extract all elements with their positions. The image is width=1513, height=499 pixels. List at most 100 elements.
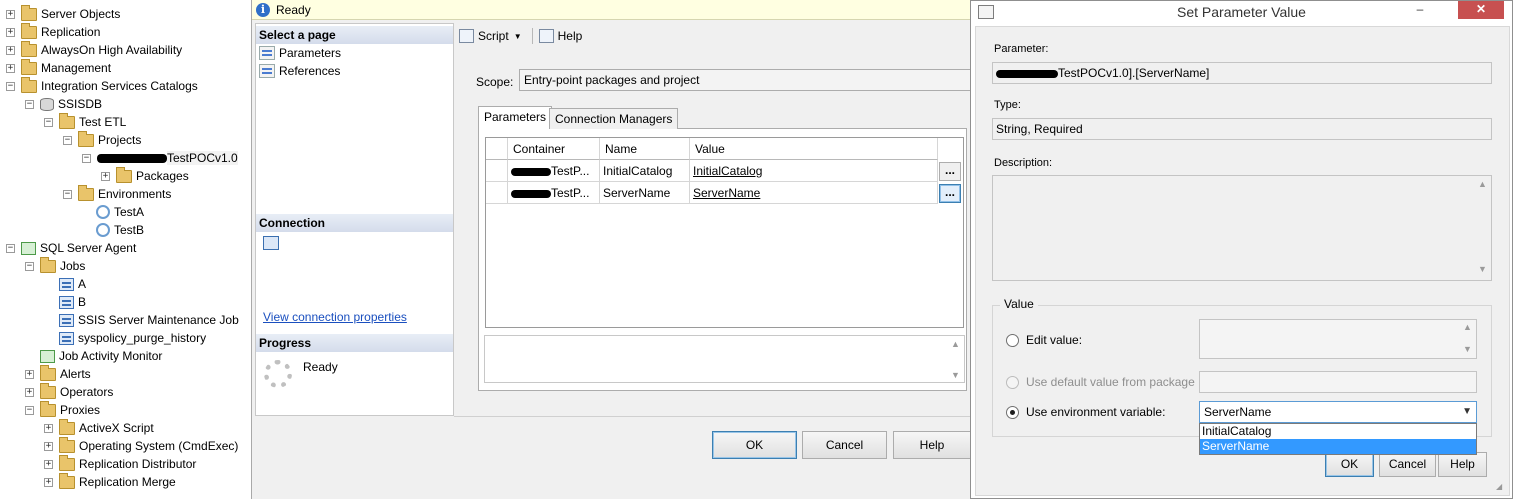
- tree-node-projects[interactable]: − Projects: [63, 130, 141, 149]
- expand-icon[interactable]: +: [44, 477, 53, 487]
- tree-node-ssisdb[interactable]: − SSISDB: [25, 95, 102, 113]
- tree-node-management[interactable]: + Management: [6, 58, 111, 77]
- progress-status-text: Ready: [303, 360, 338, 374]
- minimize-icon[interactable]: –: [1405, 1, 1435, 19]
- grid-header-name[interactable]: Name: [600, 138, 690, 160]
- expand-icon[interactable]: +: [6, 63, 15, 73]
- collapse-icon[interactable]: −: [82, 153, 91, 163]
- ellipsis-button[interactable]: ...: [939, 162, 961, 181]
- tree-node-replication-merge[interactable]: + Replication Merge: [44, 472, 176, 491]
- cancel-button[interactable]: Cancel: [802, 431, 887, 459]
- radio-unchecked-icon[interactable]: [1006, 333, 1019, 347]
- tree-node-ssis-maintenance-job[interactable]: SSIS Server Maintenance Job: [59, 311, 239, 329]
- ellipsis-button[interactable]: ...: [939, 184, 961, 203]
- row-selector[interactable]: [486, 182, 508, 204]
- default-value-option[interactable]: Use default value from package: [1006, 375, 1195, 389]
- tree-node-proxies[interactable]: − Proxies: [25, 400, 100, 419]
- tree-node-environments[interactable]: − Environments: [63, 184, 171, 203]
- help-button[interactable]: Help: [1438, 452, 1487, 477]
- radio-checked-icon[interactable]: [1006, 405, 1019, 419]
- help-toolbar-button[interactable]: Help: [538, 29, 582, 43]
- tree-node-job-a[interactable]: A: [59, 275, 86, 293]
- collapse-icon[interactable]: −: [63, 135, 72, 145]
- ok-button[interactable]: OK: [712, 431, 797, 459]
- tree-node-label: Replication: [41, 25, 101, 39]
- environment-icon: [96, 223, 110, 237]
- tree-node-label: AlwaysOn High Availability: [41, 43, 183, 57]
- tab-connection-managers[interactable]: Connection Managers: [549, 108, 679, 129]
- tree-node-job-activity-monitor[interactable]: Job Activity Monitor: [40, 347, 162, 365]
- grid-header-value[interactable]: Value: [690, 138, 938, 160]
- dropdown-option[interactable]: InitialCatalog: [1200, 424, 1476, 439]
- tree-node-project[interactable]: − TestPOCv1.0: [82, 149, 238, 167]
- dropdown-option-highlighted[interactable]: ServerName: [1200, 439, 1476, 454]
- scope-select[interactable]: Entry-point packages and project: [519, 69, 971, 91]
- scroll-down-icon[interactable]: ▼: [1460, 344, 1475, 354]
- expand-icon[interactable]: +: [44, 441, 53, 451]
- expand-icon[interactable]: +: [6, 9, 15, 19]
- cancel-button[interactable]: Cancel: [1379, 452, 1436, 477]
- cell-value[interactable]: InitialCatalog: [690, 160, 938, 182]
- tree-node-job-b[interactable]: B: [59, 293, 86, 311]
- resize-grip-icon[interactable]: ◢: [1496, 482, 1506, 492]
- tree-node-operators[interactable]: + Operators: [25, 382, 113, 401]
- collapse-icon[interactable]: −: [63, 189, 72, 199]
- scroll-up-icon[interactable]: ▲: [1460, 322, 1475, 332]
- tree-node-test-etl[interactable]: − Test ETL: [44, 112, 126, 131]
- expand-icon[interactable]: +: [44, 459, 53, 469]
- tree-node-alerts[interactable]: + Alerts: [25, 364, 91, 383]
- expand-icon[interactable]: +: [6, 45, 15, 55]
- expand-icon[interactable]: +: [25, 369, 34, 379]
- tree-node-operating-system[interactable]: + Operating System (CmdExec): [44, 436, 238, 455]
- chevron-down-icon[interactable]: ▼: [1462, 402, 1472, 422]
- edit-value-input[interactable]: ▲ ▼: [1199, 319, 1477, 359]
- close-icon[interactable]: ✕: [1458, 1, 1504, 19]
- page-item-parameters[interactable]: Parameters: [259, 44, 341, 62]
- collapse-icon[interactable]: −: [6, 81, 15, 91]
- env-variable-select[interactable]: ServerName ▼: [1199, 401, 1477, 423]
- tree-node-label: TestB: [114, 223, 145, 237]
- scroll-up-icon[interactable]: ▲: [948, 339, 963, 349]
- cell-value[interactable]: ServerName: [690, 182, 938, 204]
- tree-node-testb[interactable]: TestB: [96, 221, 144, 239]
- view-connection-properties-link[interactable]: View connection properties: [263, 310, 407, 324]
- script-button[interactable]: Script ▼: [459, 29, 522, 43]
- tree-node-label: Alerts: [60, 367, 91, 381]
- tree-node-syspolicy-purge-history[interactable]: syspolicy_purge_history: [59, 329, 206, 347]
- chevron-down-icon[interactable]: ▼: [514, 32, 522, 41]
- tree-node-replication-distributor[interactable]: + Replication Distributor: [44, 454, 196, 473]
- expand-icon[interactable]: +: [6, 27, 15, 37]
- expand-icon[interactable]: +: [101, 171, 110, 181]
- tab-parameters[interactable]: Parameters: [478, 106, 553, 129]
- info-icon: i: [256, 2, 270, 17]
- tree-node-integration-services-catalogs[interactable]: − Integration Services Catalogs: [6, 76, 198, 95]
- collapse-icon[interactable]: −: [44, 117, 53, 127]
- tree-node-alwayson[interactable]: + AlwaysOn High Availability: [6, 40, 183, 59]
- tree-node-server-objects[interactable]: + Server Objects: [6, 4, 120, 23]
- grid-header-container[interactable]: Container: [508, 138, 600, 160]
- collapse-icon[interactable]: −: [25, 405, 34, 415]
- scroll-up-icon[interactable]: ▲: [1475, 179, 1490, 189]
- row-selector[interactable]: [486, 160, 508, 182]
- scroll-down-icon[interactable]: ▼: [948, 370, 963, 380]
- edit-value-option[interactable]: Edit value:: [1006, 333, 1082, 347]
- collapse-icon[interactable]: −: [6, 243, 15, 253]
- scroll-down-icon[interactable]: ▼: [1475, 264, 1490, 274]
- tree-node-jobs[interactable]: − Jobs: [25, 256, 85, 275]
- tree-node-activex-script[interactable]: + ActiveX Script: [44, 418, 154, 437]
- expand-icon[interactable]: +: [25, 387, 34, 397]
- tree-node-sql-server-agent[interactable]: − SQL Server Agent: [6, 239, 136, 257]
- collapse-icon[interactable]: −: [25, 261, 34, 271]
- help-button[interactable]: Help: [893, 431, 971, 459]
- ok-button[interactable]: OK: [1325, 452, 1374, 477]
- collapse-icon[interactable]: −: [25, 99, 34, 109]
- tree-node-replication[interactable]: + Replication: [6, 22, 101, 41]
- tree-node-testa[interactable]: TestA: [96, 203, 144, 221]
- page-item-references[interactable]: References: [259, 62, 340, 80]
- connection-header: Connection: [256, 214, 453, 232]
- status-bar: i Ready: [252, 0, 971, 20]
- expand-icon[interactable]: +: [44, 423, 53, 433]
- env-variable-option[interactable]: Use environment variable:: [1006, 405, 1165, 419]
- tree-node-label: ActiveX Script: [79, 421, 154, 435]
- tree-node-packages[interactable]: + Packages: [101, 166, 189, 185]
